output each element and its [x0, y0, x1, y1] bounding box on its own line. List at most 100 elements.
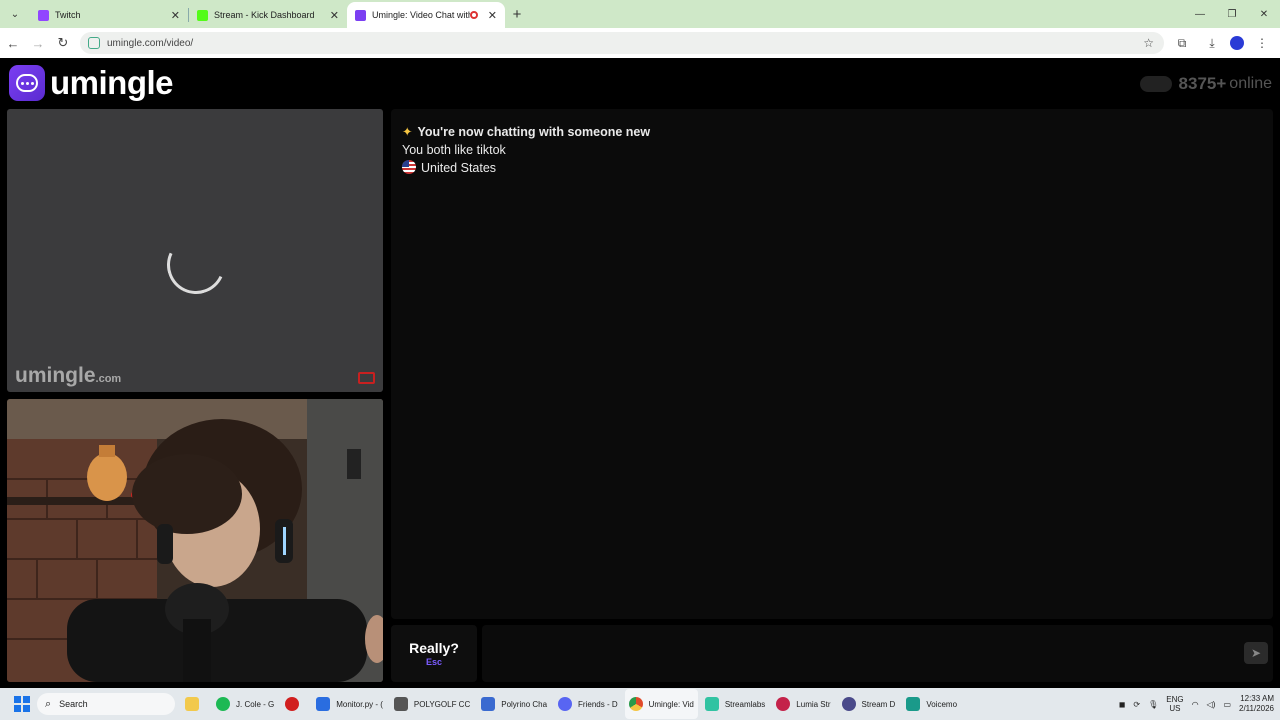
system-message-new-match: ✦ You're now chatting with someone new: [402, 123, 650, 141]
windows-start-icon[interactable]: [14, 696, 30, 712]
tab-search-icon[interactable]: ⌄: [4, 3, 26, 25]
folder-icon: [185, 697, 199, 711]
extensions-icon[interactable]: ⧉: [1170, 31, 1194, 55]
discord-icon: [558, 697, 573, 711]
restore-icon[interactable]: ❐: [1216, 0, 1248, 28]
tab-umingle[interactable]: Umingle: Video Chat with S ✕: [347, 2, 505, 28]
chat-messages: ✦ You're now chatting with someone new Yo…: [402, 123, 650, 177]
skip-button[interactable]: Really? Esc: [391, 625, 477, 682]
url-text[interactable]: umingle.com/video/: [107, 38, 193, 49]
search-label: Search: [59, 699, 88, 709]
taskbar-app-label: Lumia Str: [796, 699, 831, 709]
close-window-icon[interactable]: ✕: [1248, 0, 1280, 28]
taskbar-app-lumia[interactable]: Lumia Str: [772, 689, 834, 719]
window-icon: [393, 697, 408, 711]
skip-button-label: Really?: [409, 640, 459, 656]
new-tab-button[interactable]: +: [505, 2, 529, 26]
toolbar-actions: ⧉ ⤓ ⋮: [1170, 31, 1274, 55]
chrome-icon: [628, 697, 643, 711]
streamlabs-icon: [704, 697, 719, 711]
profile-avatar[interactable]: [1230, 36, 1244, 50]
clock-time: 12:33 AM: [1240, 694, 1274, 703]
window-controls: — ❐ ✕: [1184, 0, 1280, 28]
webcam-feed-image: [7, 399, 383, 682]
tab-title: Twitch: [55, 10, 81, 20]
system-tray: ◼ ⟳ 🎙 ENG US ◠ ◁) ▭ 12:33 AM 2/11/2026: [1119, 688, 1274, 720]
twitch-favicon-icon: [38, 9, 49, 21]
taskbar-app-label: Polyrino Cha: [501, 699, 548, 709]
site-info-icon[interactable]: [88, 37, 100, 49]
battery-icon[interactable]: ▭: [1223, 700, 1231, 709]
sparkles-icon: ✦: [402, 125, 413, 139]
new-match-text: You're now chatting with someone new: [417, 125, 651, 139]
input-language[interactable]: ENG US: [1166, 695, 1183, 713]
browser-toolbar: ← → ↻ umingle.com/video/ ☆ ⧉ ⤓ ⋮: [0, 28, 1280, 58]
minimize-icon[interactable]: —: [1184, 0, 1216, 28]
local-webcam-video: [7, 399, 383, 682]
common-interest-message: You both like tiktok: [402, 143, 506, 157]
close-tab-icon[interactable]: ✕: [330, 9, 339, 22]
taskbar-app-stream-deck[interactable]: Stream D: [838, 689, 900, 719]
reload-icon[interactable]: ↻: [51, 31, 75, 55]
recording-indicator-icon: [469, 11, 478, 19]
chat-log: ✦ You're now chatting with someone new Yo…: [391, 109, 1273, 619]
online-indicator: 8375+ online: [1139, 74, 1272, 94]
site-logo[interactable]: umingle: [9, 64, 174, 102]
online-label: online: [1229, 75, 1272, 92]
forward-icon[interactable]: →: [26, 31, 50, 55]
sync-tray-icon[interactable]: ⟳: [1133, 700, 1140, 709]
chat-composer: Really? Esc ➤: [391, 625, 1273, 682]
kick-favicon-icon: [197, 9, 208, 21]
watermark-text: umingle: [15, 364, 96, 387]
microphone-tray-icon[interactable]: 🎙: [1148, 700, 1158, 709]
loading-spinner-icon: [158, 227, 234, 303]
country-text: United States: [421, 161, 497, 175]
taskbar-app-label: Friends - D: [578, 699, 618, 709]
taskbar-app-chrome[interactable]: Umingle: Vid: [624, 689, 698, 719]
address-bar[interactable]: umingle.com/video/ ☆: [80, 32, 1164, 54]
video-watermark: umingle.com: [15, 364, 121, 388]
taskbar-app-label: Voicemo: [926, 699, 958, 709]
taskbar-app-polygolf[interactable]: POLYGOLF CC: [390, 689, 474, 719]
voicemod-icon: [906, 697, 921, 711]
taskbar-app-label: POLYGOLF CC: [413, 699, 471, 709]
taskbar-app-label: J. Cole - G: [236, 699, 275, 709]
downloads-icon[interactable]: ⤓: [1200, 31, 1224, 55]
taskbar-app-label: Streamlabs: [724, 699, 766, 709]
message-input[interactable]: [482, 625, 1273, 682]
watermark-suffix: .com: [95, 373, 122, 385]
browser-menu-icon[interactable]: ⋮: [1250, 31, 1274, 55]
volume-icon[interactable]: ◁): [1207, 700, 1216, 709]
close-tab-icon[interactable]: ✕: [488, 9, 497, 22]
online-toggle[interactable]: [1139, 76, 1172, 92]
taskbar-app-label: Monitor.py - (: [336, 699, 383, 709]
system-clock[interactable]: 12:33 AM 2/11/2026: [1239, 694, 1274, 714]
taskbar-app-streamlabs[interactable]: Streamlabs: [701, 689, 769, 719]
clock-date: 2/11/2026: [1239, 704, 1274, 713]
send-icon[interactable]: ➤: [1244, 642, 1268, 664]
spotify-icon: [216, 697, 230, 711]
taskbar-app-opera[interactable]: [281, 689, 309, 719]
opera-icon: [285, 697, 300, 711]
taskbar-app-voicemod[interactable]: Voicemo: [902, 689, 961, 719]
tab-title: Stream - Kick Dashboard: [214, 10, 315, 20]
taskbar-app-polyrino[interactable]: Polyrino Cha: [477, 689, 551, 719]
tab-twitch[interactable]: Twitch ✕: [30, 2, 188, 28]
taskbar-app-file-explorer[interactable]: [181, 689, 209, 719]
tab-kick-dashboard[interactable]: Stream - Kick Dashboard ✕: [189, 2, 347, 28]
bookmark-star-icon[interactable]: ☆: [1143, 36, 1154, 50]
report-flag-icon[interactable]: [358, 372, 375, 384]
back-icon[interactable]: ←: [1, 31, 25, 55]
us-flag-icon: [402, 160, 416, 174]
taskbar-app-vscode[interactable]: Monitor.py - (: [312, 689, 387, 719]
stream-deck-icon: [841, 697, 856, 711]
taskbar-search[interactable]: ⌕ Search: [37, 693, 175, 715]
taskbar-app-discord[interactable]: Friends - D: [554, 689, 622, 719]
umingle-favicon-icon: [355, 9, 366, 21]
taskbar-app-spotify[interactable]: J. Cole - G: [212, 689, 278, 719]
close-tab-icon[interactable]: ✕: [171, 9, 180, 22]
search-icon: ⌕: [45, 697, 52, 710]
wifi-icon[interactable]: ◠: [1192, 700, 1199, 709]
discord-tray-icon[interactable]: ◼: [1119, 700, 1126, 709]
lang-top: ENG: [1166, 695, 1184, 704]
